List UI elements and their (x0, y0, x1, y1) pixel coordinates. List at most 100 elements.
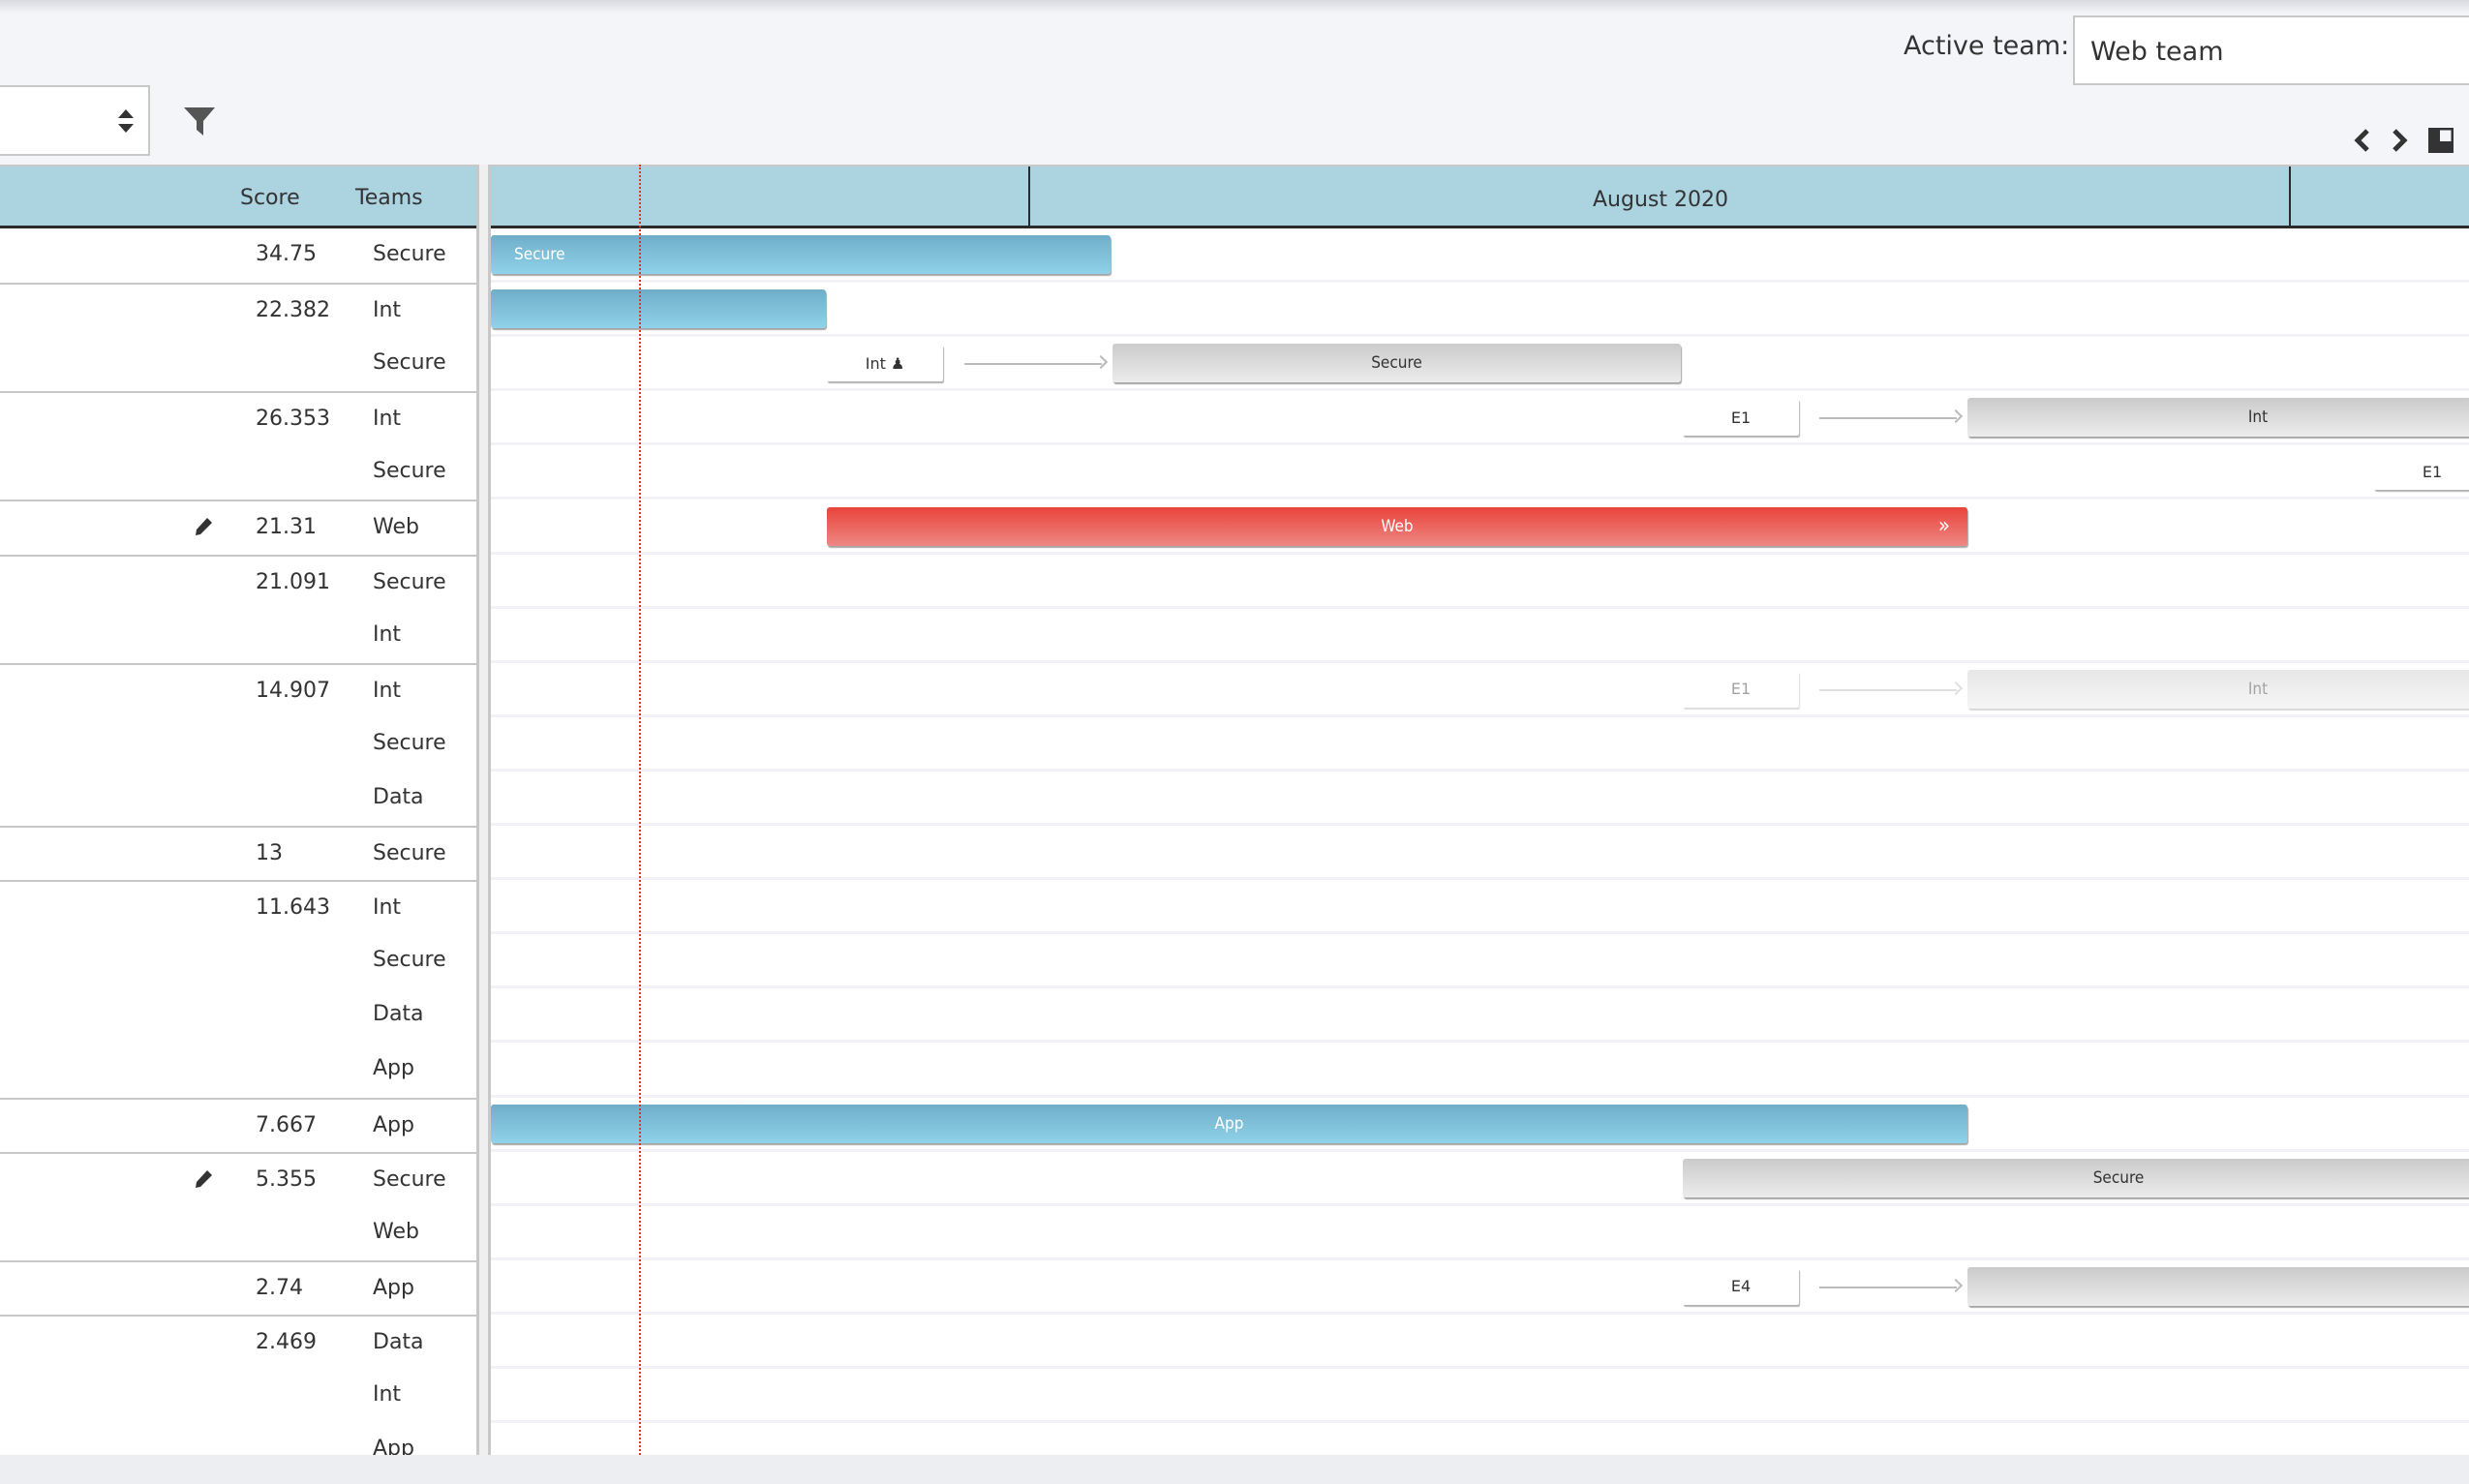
milestone-box[interactable]: E1 (2374, 453, 2469, 491)
top-shadow (0, 0, 2469, 14)
milestone-box[interactable]: E4 (1683, 1267, 1799, 1305)
gantt-row (491, 1206, 2469, 1260)
task-bar[interactable]: Secure (491, 235, 1111, 274)
score-cell: 14.907 (256, 678, 330, 703)
score-cell: 2.74 (256, 1275, 303, 1300)
milestone-box[interactable]: E1 (1683, 399, 1799, 437)
task-bar-label: App (1214, 1113, 1244, 1134)
layout-toggle-icon[interactable] (2428, 128, 2454, 153)
grid-row[interactable]: Int (0, 609, 476, 663)
team-cell: Secure (373, 459, 446, 484)
task-bar-highlighted[interactable]: Web » (827, 506, 1967, 546)
grid-row[interactable]: Web (0, 1206, 476, 1260)
grid-row[interactable]: Int (0, 1369, 476, 1423)
task-bar-label: Int (2247, 408, 2269, 428)
team-cell: Int (373, 1381, 402, 1407)
grid-row[interactable]: Secure (0, 717, 476, 772)
dependency-arrow (964, 363, 1102, 366)
team-cell: Int (373, 621, 402, 647)
task-bar[interactable]: Int (1967, 398, 2469, 438)
score-cell: 5.355 (256, 1166, 317, 1192)
team-cell: App (373, 1275, 414, 1300)
task-bar[interactable]: Secure (1113, 344, 1681, 383)
grid-row[interactable]: App (0, 1423, 476, 1455)
column-header-score[interactable]: Score (240, 186, 300, 210)
double-chevron-icon[interactable]: » (1938, 514, 1950, 538)
team-cell: Web (373, 1219, 419, 1244)
column-header-teams[interactable]: Teams (355, 186, 423, 210)
grid-row[interactable]: App (0, 1043, 476, 1097)
team-cell: App (373, 1056, 414, 1081)
score-cell: 21.31 (256, 515, 317, 540)
team-cell: Int (373, 895, 402, 921)
pane-splitter[interactable] (476, 165, 491, 1455)
month-label: August 2020 (1593, 188, 1728, 212)
team-cell: App (373, 1112, 414, 1137)
task-bar-label: Web (1381, 516, 1414, 536)
grid-row[interactable]: 2.469 Data (0, 1314, 476, 1369)
team-cell: Data (373, 784, 424, 809)
dependency-arrow (1819, 1286, 1957, 1288)
pencil-icon[interactable] (194, 1169, 213, 1189)
milestone-box[interactable]: E1 (1683, 670, 1799, 708)
active-team-label: Active team: (1904, 31, 2070, 61)
grid-row[interactable]: 26.353 Int (0, 391, 476, 445)
grid-row[interactable]: 22.382 Int (0, 283, 476, 337)
pencil-icon[interactable] (194, 517, 213, 536)
team-cell: Secure (373, 242, 446, 266)
today-marker-line (639, 165, 641, 1455)
milestone-box[interactable]: Int ♟ (827, 345, 943, 382)
grid-row[interactable]: 21.091 Secure (0, 554, 476, 609)
team-cell: Web (373, 515, 419, 540)
gantt-row (491, 826, 2469, 881)
grid-body: 34.75 Secure 22.382 Int Secure 26.353 Int Secur… (0, 228, 476, 1455)
grid-row[interactable]: Data (0, 772, 476, 826)
score-cell: 34.75 (256, 242, 317, 266)
task-grid: Score Teams 34.75 Secure 22.382 Int Secure 26… (0, 165, 476, 1455)
gantt-row (491, 988, 2469, 1044)
score-cell: 22.382 (256, 298, 330, 323)
task-bar-label: Secure (1371, 353, 1422, 374)
task-bar[interactable] (491, 289, 826, 329)
grid-row[interactable]: 2.74 App (0, 1259, 476, 1315)
gantt-row (491, 717, 2469, 772)
task-bar[interactable] (1967, 1266, 2469, 1306)
gantt-row (491, 555, 2469, 609)
grid-row[interactable]: Secure (0, 934, 476, 988)
score-cell: 11.643 (256, 895, 330, 921)
filter-icon[interactable] (183, 105, 216, 137)
task-bar[interactable]: App (491, 1104, 1967, 1143)
grid-row[interactable]: 11.643 Int (0, 880, 476, 934)
gantt-row (491, 880, 2469, 935)
team-cell: Secure (373, 1166, 446, 1192)
active-team-select[interactable]: Web team (2073, 15, 2469, 85)
gantt-row (491, 1423, 2469, 1455)
grid-row[interactable]: 7.667 App (0, 1097, 476, 1152)
task-bar[interactable]: Secure (1683, 1158, 2469, 1197)
chevron-left-icon[interactable] (2353, 124, 2372, 157)
grid-row[interactable]: 14.907 Int (0, 662, 476, 717)
horizontal-scrollbar[interactable] (0, 1455, 2469, 1484)
grid-row[interactable]: Secure (0, 337, 476, 391)
score-cell: 7.667 (256, 1112, 317, 1137)
gantt-row (491, 1369, 2469, 1424)
grid-row[interactable]: Secure (0, 445, 476, 500)
grid-row[interactable]: 34.75 Secure (0, 228, 476, 283)
team-cell: Secure (373, 841, 446, 866)
chevron-right-icon[interactable] (2390, 124, 2409, 157)
team-cell: Secure (373, 569, 446, 594)
task-bar-label: Secure (514, 245, 565, 264)
sort-updown-icon (118, 109, 134, 133)
task-bar[interactable]: Int (1967, 669, 2469, 709)
gantt-timescale: August 2020 (491, 165, 2469, 228)
team-cell: App (373, 1437, 414, 1455)
sort-select[interactable] (0, 85, 150, 156)
grid-row[interactable]: 21.31 Web (0, 500, 476, 554)
gantt-chart: August 2020 Secure Int ♟ Secure E1 Int E1 Web »… (491, 165, 2469, 1455)
team-cell: Int (373, 678, 402, 703)
grid-row[interactable]: 13 Secure (0, 826, 476, 880)
grid-row[interactable]: Data (0, 988, 476, 1043)
grid-row[interactable]: 5.355 Secure (0, 1151, 476, 1206)
gantt-row (491, 609, 2469, 663)
team-cell: Data (373, 1002, 424, 1027)
